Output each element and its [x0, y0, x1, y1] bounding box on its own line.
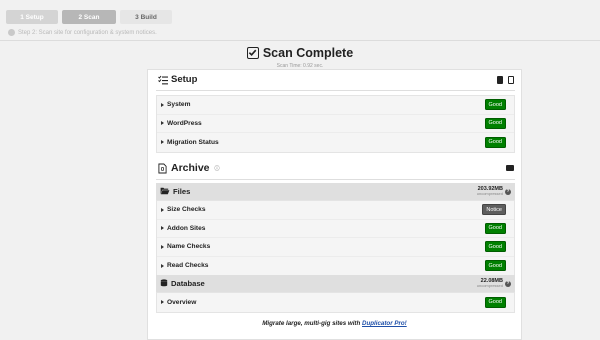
check-label: Size Checks — [167, 206, 206, 214]
checkbox-checked-icon — [246, 46, 259, 59]
divider — [156, 179, 515, 180]
step-hint-text: Step 2: Scan site for configuration & sy… — [18, 29, 157, 36]
archive-title: Archive — [171, 162, 210, 174]
database-icon — [160, 278, 168, 289]
duplicator-pro-link[interactable]: Duplicator Pro! — [362, 320, 407, 327]
archive-header: Archive ⓘ — [158, 162, 514, 174]
step-scan[interactable]: 2 Scan — [62, 10, 116, 24]
caret-right-icon — [161, 244, 164, 249]
files-size-note: uncompressed — [476, 191, 503, 197]
page-title-text: Scan Complete — [262, 45, 354, 60]
promo-text: Migrate large, multi-gig sites with Dupl… — [148, 320, 521, 327]
wizard-steps: 1 Setup 2 Scan 3 Build — [6, 10, 172, 24]
database-title: Database — [171, 279, 205, 288]
status-badge: Good — [484, 117, 506, 129]
file-archive-icon — [158, 163, 168, 174]
info-icon — [8, 29, 15, 36]
database-size-note: uncompressed — [476, 283, 503, 289]
status-badge: Notice — [482, 204, 506, 216]
server-icon[interactable] — [497, 75, 503, 84]
caret-right-icon — [161, 102, 164, 107]
check-label: Read Checks — [167, 262, 209, 270]
setup-header: Setup — [158, 74, 514, 85]
status-badge: Good — [484, 296, 506, 308]
check-label: Name Checks — [167, 243, 211, 251]
check-label: WordPress — [167, 119, 202, 127]
check-row-addon-sites[interactable]: Addon Sites Good — [157, 220, 514, 238]
folder-open-icon — [160, 187, 170, 197]
check-label: System — [167, 101, 191, 109]
file-icon[interactable] — [508, 75, 514, 84]
help-icon[interactable]: ? — [505, 280, 511, 287]
files-checks: Size Checks Notice Addon Sites Good Name… — [156, 200, 515, 276]
files-group-header: Files 203.92MB uncompressed ? — [156, 183, 515, 200]
promo-message: Migrate large, multi-gig sites with — [262, 320, 361, 327]
step-setup[interactable]: 1 Setup — [6, 10, 58, 24]
step-hint: Step 2: Scan site for configuration & sy… — [8, 29, 157, 36]
check-label: Overview — [167, 298, 197, 306]
check-row-name-checks[interactable]: Name Checks Good — [157, 238, 514, 257]
status-badge: Good — [484, 222, 506, 234]
check-label: Migration Status — [167, 138, 219, 146]
divider — [156, 90, 515, 91]
database-group-header: Database 22.08MB uncompressed ? — [156, 275, 515, 292]
divider — [0, 40, 600, 41]
status-badge: Good — [484, 241, 506, 253]
caret-right-icon — [161, 226, 164, 231]
check-row-system[interactable]: System Good — [157, 96, 514, 115]
check-row-read-checks[interactable]: Read Checks Good — [157, 257, 514, 276]
setup-checks: System Good WordPress Good Migration Sta… — [156, 95, 515, 153]
status-badge: Good — [484, 99, 506, 111]
status-badge: Good — [484, 260, 506, 272]
status-badge: Good — [484, 136, 506, 148]
check-row-migration-status[interactable]: Migration Status Good — [157, 133, 514, 152]
check-label: Addon Sites — [167, 224, 206, 232]
help-icon[interactable]: ? — [505, 188, 511, 195]
check-row-overview[interactable]: Overview Good — [157, 293, 514, 312]
caret-right-icon — [161, 300, 164, 305]
caret-right-icon — [161, 263, 164, 268]
setup-title: Setup — [171, 74, 198, 85]
caret-right-icon — [161, 207, 164, 212]
check-row-wordpress[interactable]: WordPress Good — [157, 115, 514, 133]
caret-right-icon — [161, 121, 164, 126]
info-icon[interactable]: ⓘ — [215, 165, 220, 172]
database-checks: Overview Good — [156, 292, 515, 313]
tasks-list-icon — [158, 75, 168, 85]
step-build[interactable]: 3 Build — [120, 10, 172, 24]
scan-results-panel: Setup System Good WordPress Good Migrati… — [147, 69, 522, 340]
caret-right-icon — [161, 140, 164, 145]
database-icon[interactable] — [506, 165, 514, 171]
files-title: Files — [173, 187, 191, 196]
page-title: Scan Complete Scan Time: 0.92 sec. — [0, 44, 600, 69]
check-row-size-checks[interactable]: Size Checks Notice — [157, 201, 514, 220]
